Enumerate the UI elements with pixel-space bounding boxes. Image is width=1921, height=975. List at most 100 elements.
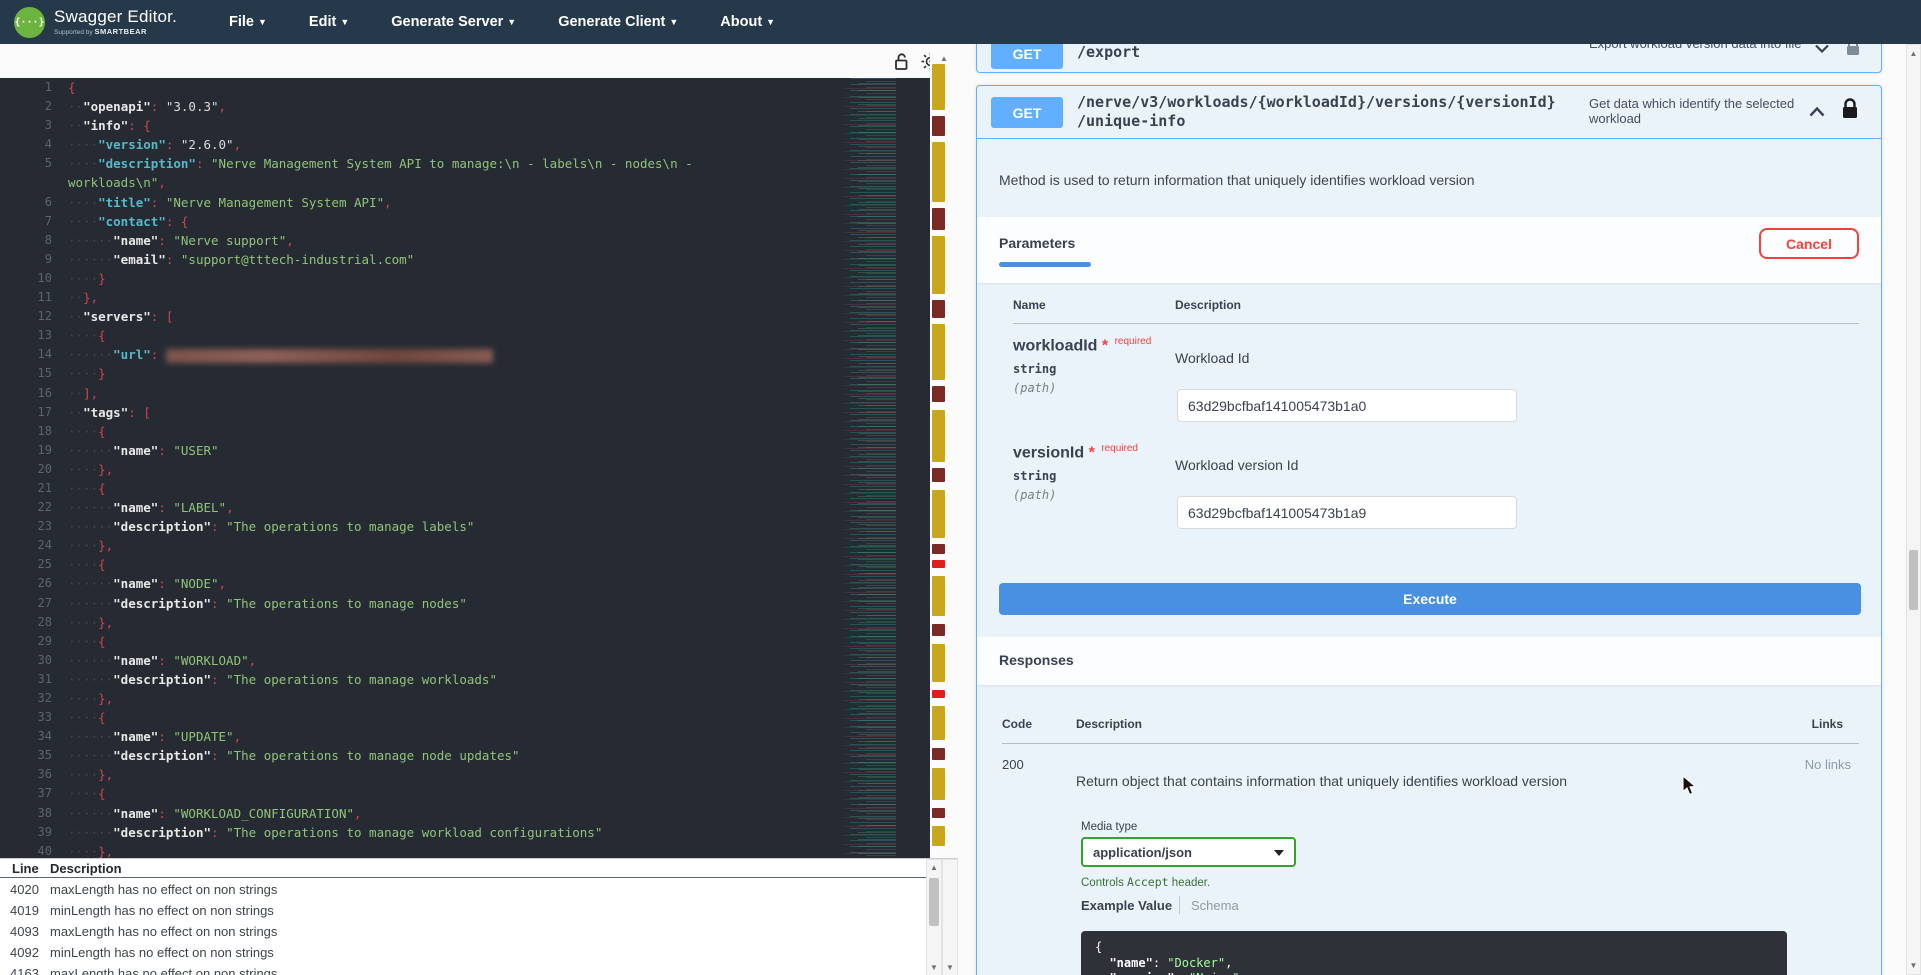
editor-line[interactable]: 34······"name": "UPDATE", [0,727,930,746]
lint-annotation-mark[interactable] [932,410,945,462]
editor-line[interactable]: 4····"version": "2.6.0", [0,135,930,154]
lint-annotation-mark[interactable] [932,808,945,818]
lint-annotation-mark[interactable] [932,386,945,402]
editor-line[interactable]: 13····{ [0,326,930,345]
editor-line[interactable]: 31······"description": "The operations t… [0,670,930,689]
panel-scroll-up-icon[interactable]: ▲ [1907,49,1920,58]
lint-annotation-mark[interactable] [932,690,945,698]
editor-line[interactable]: 33····{ [0,708,930,727]
versionid-input[interactable] [1177,496,1517,529]
editor-line[interactable]: 18····{ [0,422,930,441]
editor-line[interactable]: 15····} [0,364,930,383]
menu-generate-server[interactable]: Generate Server▼ [391,14,516,30]
editor-line[interactable]: 2··"openapi": "3.0.3", [0,97,930,116]
auth-lock-icon[interactable] [1841,98,1859,121]
lint-annotation-mark[interactable] [932,748,945,760]
code-editor[interactable]: 1{2··"openapi": "3.0.3",3··"info": {4···… [0,78,930,858]
editor-line[interactable]: 26······"name": "NODE", [0,574,930,593]
editor-line[interactable]: 10····} [0,269,930,288]
lint-annotation-mark[interactable] [932,208,945,230]
editor-line[interactable]: 29····{ [0,632,930,651]
errors-scroll-down-icon[interactable]: ▼ [927,963,941,972]
editor-line[interactable]: 19······"name": "USER" [0,441,930,460]
editor-scrollbar[interactable]: ▲ [930,44,958,858]
editor-line[interactable]: 17··"tags": [ [0,403,930,422]
editor-line[interactable]: 38······"name": "WORKLOAD_CONFIGURATION"… [0,804,930,823]
execute-button[interactable]: Execute [999,583,1861,615]
operation-summary[interactable]: GET /nerve/v3/workloads/{workloadId}/ver… [977,86,1881,139]
lint-annotation-mark[interactable] [932,644,945,682]
editor-line[interactable]: 11··}, [0,288,930,307]
lint-annotation-mark[interactable] [932,490,945,538]
menu-generate-client[interactable]: Generate Client▼ [558,14,678,30]
menu-about[interactable]: About▼ [720,14,775,30]
editor-line[interactable]: 22······"name": "LABEL", [0,498,930,517]
editor-line[interactable]: 6····"title": "Nerve Management System A… [0,193,930,212]
error-row[interactable]: 4093maxLength has no effect on non strin… [0,920,958,941]
editor-line[interactable]: 30······"name": "WORKLOAD", [0,651,930,670]
menu-edit[interactable]: Edit▼ [309,14,349,30]
tab-example-value[interactable]: Example Value [1081,898,1172,913]
error-row[interactable]: 4020maxLength has no effect on non strin… [0,878,958,899]
panel-scroll-down-icon[interactable]: ▼ [1907,961,1920,970]
panel-scrollbar-thumb[interactable] [1909,550,1918,610]
lint-annotation-mark[interactable] [932,706,945,740]
editor-scroll-down-icon[interactable]: ▼ [943,963,957,972]
editor-line[interactable]: 39······"description": "The operations t… [0,823,930,842]
lint-annotation-mark[interactable] [932,116,945,136]
unlock-icon[interactable] [891,51,912,72]
errors-scroll-up-icon[interactable]: ▲ [927,863,941,872]
editor-line[interactable]: 23······"description": "The operations t… [0,517,930,536]
editor-line[interactable]: 5····"description": "Nerve Management Sy… [0,154,930,173]
errors-scrollbar-thumb[interactable] [929,878,939,926]
editor-line[interactable]: 21····{ [0,479,930,498]
lint-annotation-mark[interactable] [932,324,945,380]
editor-scrollbar-bottom[interactable]: ▼ [942,859,958,975]
export-chevron-down-icon[interactable] [1815,44,1829,53]
collapse-chevron-up-icon[interactable] [1809,107,1825,117]
editor-line[interactable]: 32····}, [0,689,930,708]
editor-line[interactable]: 1{ [0,78,930,97]
menu-file[interactable]: File▼ [229,14,267,30]
lint-annotation-mark[interactable] [932,624,945,636]
operation-path[interactable]: /nerve/v3/workloads/{workloadId}/version… [1077,93,1556,131]
lint-annotation-mark[interactable] [932,576,945,616]
editor-minimap[interactable] [832,78,930,858]
error-row[interactable]: 4019minLength has no effect on non strin… [0,899,958,920]
lint-annotation-mark[interactable] [932,300,945,318]
lint-annotation-mark[interactable] [932,142,945,202]
media-type-select[interactable]: application/json [1081,837,1296,867]
editor-line[interactable]: 8······"name": "Nerve support", [0,231,930,250]
lint-annotation-mark[interactable] [932,468,945,482]
editor-line[interactable]: 36····}, [0,765,930,784]
operation-row-export[interactable]: GET /export Export workload version data… [976,44,1882,73]
export-lock-icon[interactable] [1845,44,1861,58]
lint-annotation-mark[interactable] [932,826,945,846]
workloadid-input[interactable] [1177,389,1517,422]
panel-scrollbar[interactable]: ▲ ▼ [1906,44,1921,975]
lint-annotation-mark[interactable] [932,768,945,800]
editor-line[interactable]: 9······"email": "support@tttech-industri… [0,250,930,269]
editor-line[interactable]: 14······"url": [0,345,930,364]
error-row[interactable]: 4092minLength has no effect on non strin… [0,941,958,962]
editor-line[interactable]: 35······"description": "The operations t… [0,746,930,765]
export-path[interactable]: /export [1077,44,1140,62]
cancel-button[interactable]: Cancel [1759,228,1859,259]
editor-line[interactable]: 27······"description": "The operations t… [0,594,930,613]
editor-line[interactable]: 20····}, [0,460,930,479]
lint-annotation-mark[interactable] [932,544,945,554]
editor-line[interactable]: 25····{ [0,555,930,574]
lint-annotation-mark[interactable] [932,64,945,110]
editor-line[interactable]: 7····"contact": { [0,212,930,231]
editor-line[interactable]: 40····}, [0,842,930,858]
editor-line[interactable]: workloads\n", [0,173,930,192]
errors-scrollbar[interactable]: ▲ ▼ [926,859,942,975]
scroll-up-icon[interactable]: ▲ [930,54,958,63]
editor-line[interactable]: 28····}, [0,613,930,632]
error-row[interactable]: 4163maxLength has no effect on non strin… [0,962,958,975]
editor-line[interactable]: 12··"servers": [ [0,307,930,326]
editor-line[interactable]: 37····{ [0,784,930,803]
lint-annotation-mark[interactable] [932,236,945,294]
tab-schema[interactable]: Schema [1191,898,1239,913]
parameters-title[interactable]: Parameters [999,235,1075,251]
